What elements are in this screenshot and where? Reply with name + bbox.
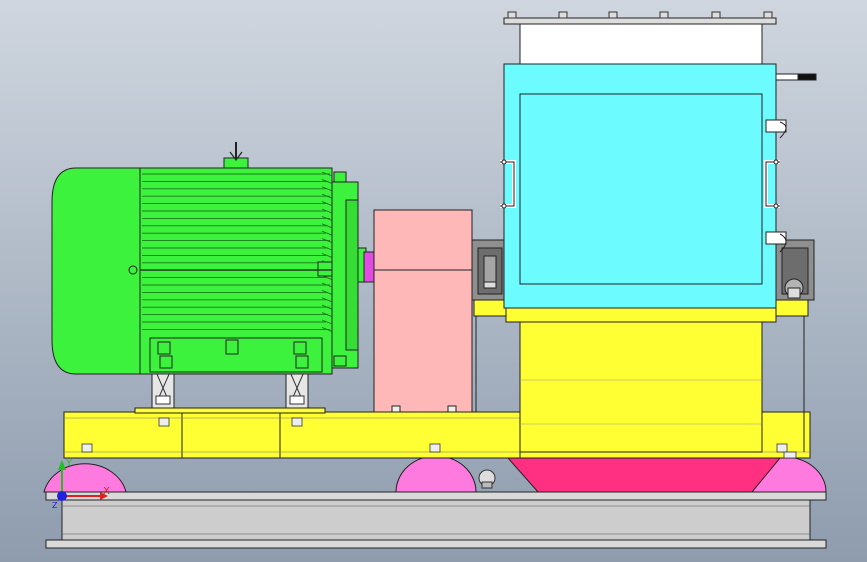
discharge-skid[interactable] [506, 457, 782, 493]
steel-i-beam-base[interactable] [45, 491, 827, 549]
cad-drawing[interactable]: X Y Z [0, 0, 867, 562]
isolator-bolt-head [481, 481, 493, 489]
shaft-pin[interactable] [775, 73, 817, 81]
triad-y-label: Y [65, 458, 73, 469]
mill-lower-body[interactable] [505, 307, 777, 453]
inspection-door[interactable] [519, 93, 763, 285]
hammer-mill-housing[interactable] [500, 63, 817, 309]
cad-viewport[interactable]: X Y Z [0, 0, 867, 562]
fan-cover-screw [128, 265, 138, 275]
coupling-guard[interactable] [373, 209, 473, 413]
feed-hopper[interactable] [503, 11, 777, 65]
triad-x-label: X [103, 486, 110, 497]
motor-terminal-box[interactable] [149, 337, 323, 373]
triad-z-label: Z [52, 501, 58, 510]
electric-motor[interactable] [51, 142, 367, 375]
